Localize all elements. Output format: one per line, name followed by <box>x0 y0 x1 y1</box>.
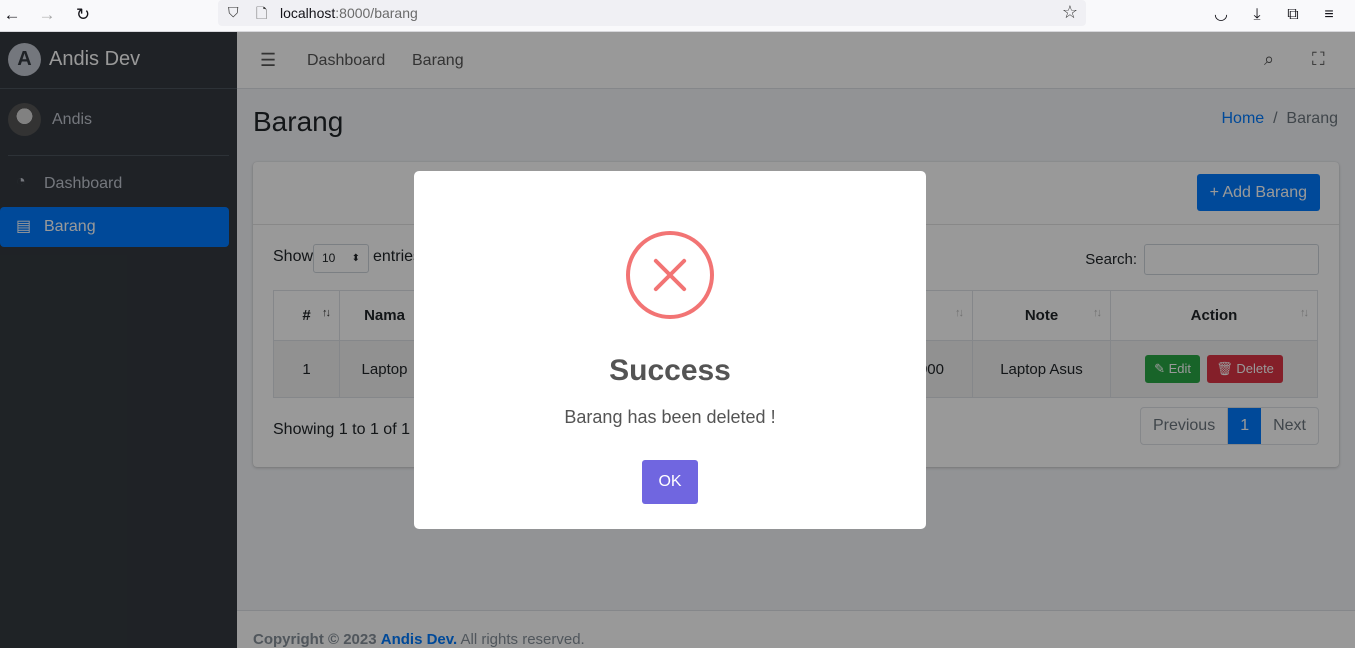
shield-icon[interactable]: ⛉ <box>228 4 239 21</box>
forward-icon[interactable]: → <box>35 3 59 27</box>
extensions-icon[interactable]: ⧉ <box>1281 3 1305 27</box>
address-bar[interactable]: ⛉ 🗋 localhost:8000/barang ☆ <box>218 0 1086 26</box>
reload-icon[interactable]: ↻ <box>71 3 95 27</box>
browser-toolbar: ← → ↻ ⛉ 🗋 localhost:8000/barang ☆ ◡ ⤓ ⧉ … <box>0 0 1355 32</box>
modal-message: Barang has been deleted ! <box>564 407 776 427</box>
error-x-icon <box>626 231 714 319</box>
download-icon[interactable]: ⤓ <box>1245 3 1269 27</box>
app-menu-icon[interactable]: ≡ <box>1317 3 1341 27</box>
modal-title: Success <box>609 354 731 387</box>
success-modal: Success Barang has been deleted ! OK <box>414 171 926 529</box>
ok-button[interactable]: OK <box>642 460 698 504</box>
back-icon[interactable]: ← <box>0 3 24 27</box>
page-icon: 🗋 <box>256 5 268 21</box>
bookmark-star-icon[interactable]: ☆ <box>1062 2 1078 23</box>
url-text[interactable]: localhost:8000/barang <box>280 5 418 21</box>
pocket-icon[interactable]: ◡ <box>1209 3 1233 27</box>
